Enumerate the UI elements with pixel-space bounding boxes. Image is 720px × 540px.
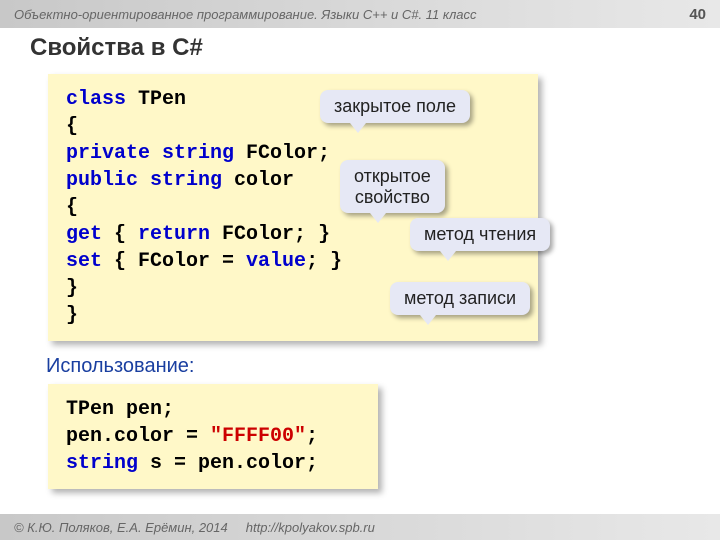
code-line: TPen pen; bbox=[66, 396, 360, 423]
code-line: private string FColor; bbox=[66, 140, 520, 167]
header-bar: Объектно-ориентированное программировани… bbox=[0, 0, 720, 28]
footer-bar: © К.Ю. Поляков, Е.А. Ерёмин, 2014 http:/… bbox=[0, 514, 720, 540]
page-title: Свойства в C# bbox=[30, 34, 720, 62]
callout-setter: метод записи bbox=[390, 282, 530, 315]
code-line: { bbox=[66, 194, 520, 221]
code-line: public string color bbox=[66, 167, 520, 194]
page-number: 40 bbox=[689, 6, 706, 23]
code-line: pen.color = "FFFF00"; bbox=[66, 423, 360, 450]
url: http://kpolyakov.spb.ru bbox=[246, 520, 375, 535]
copyright: © К.Ю. Поляков, Е.А. Ерёмин, 2014 bbox=[14, 520, 228, 535]
callout-public-property: открытоесвойство bbox=[340, 160, 445, 213]
breadcrumb: Объектно-ориентированное программировани… bbox=[14, 7, 477, 22]
callout-private-field: закрытое поле bbox=[320, 90, 470, 123]
usage-label: Использование: bbox=[46, 355, 720, 378]
code-block-usage: TPen pen; pen.color = "FFFF00"; string s… bbox=[48, 384, 378, 489]
code-line: string s = pen.color; bbox=[66, 450, 360, 477]
callout-getter: метод чтения bbox=[410, 218, 550, 251]
